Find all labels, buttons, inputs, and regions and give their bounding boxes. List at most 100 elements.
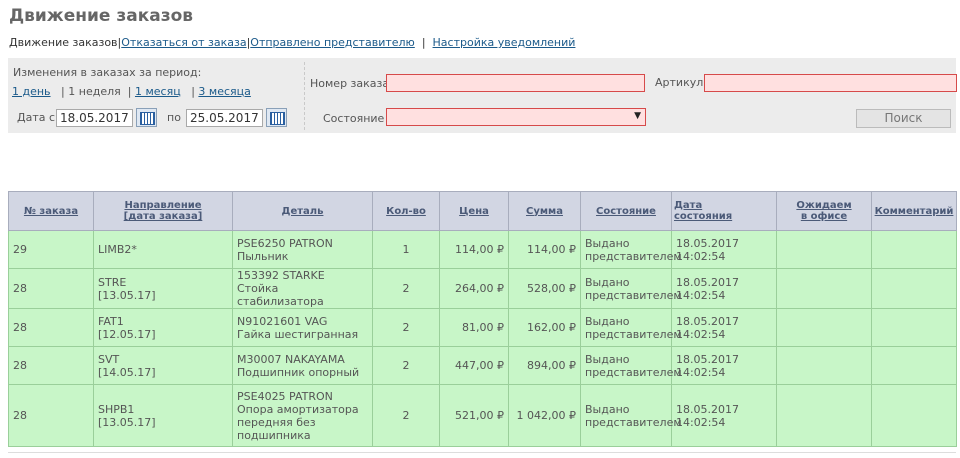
cell-comment bbox=[871, 268, 957, 309]
cell-status-date: 18.05.2017 14:02:54 bbox=[671, 384, 777, 447]
cell-price: 447,00 ₽ bbox=[439, 346, 509, 385]
cell-status: Выдано представителем bbox=[580, 308, 682, 347]
period-1month-link[interactable]: 1 месяц bbox=[135, 85, 181, 98]
date-from-input[interactable] bbox=[56, 109, 133, 127]
period-links: 1 день | 1 неделя | 1 месяц | 3 месяца bbox=[12, 85, 251, 98]
col-status[interactable]: Состояние bbox=[580, 191, 672, 231]
cell-detail: PSE4025 PATRON Опора амортизатора передня… bbox=[232, 384, 373, 447]
cell-order: 28 bbox=[8, 308, 94, 347]
filter-panel: Изменения в заказах за период: 1 день | … bbox=[8, 58, 957, 133]
col-sum[interactable]: Сумма bbox=[508, 191, 581, 231]
cell-detail: PSE6250 PATRON Пыльник bbox=[232, 230, 373, 269]
footer-divider bbox=[8, 452, 956, 453]
cell-expected bbox=[776, 230, 872, 269]
cell-direction: SVT [14.05.17] bbox=[93, 346, 233, 385]
cell-status-date: 18.05.2017 14:02:54 bbox=[671, 346, 777, 385]
orders-table: № заказа Направление [дата заказа] Деталь… bbox=[8, 191, 957, 447]
table-row: 28 SHPB1 [13.05.17] PSE4025 PATRON Опора а… bbox=[8, 384, 957, 447]
cell-qty: 2 bbox=[372, 346, 440, 385]
cell-order: 29 bbox=[8, 230, 94, 269]
period-1day-link[interactable]: 1 день bbox=[12, 85, 51, 98]
article-input[interactable] bbox=[704, 74, 957, 92]
cell-price: 114,00 ₽ bbox=[439, 230, 509, 269]
col-status-date[interactable]: Дата состояния bbox=[671, 191, 777, 231]
col-detail[interactable]: Деталь bbox=[232, 191, 373, 231]
cell-qty: 1 bbox=[372, 230, 440, 269]
page-title: Движение заказов bbox=[9, 6, 194, 26]
tab-cancel-order[interactable]: Отказаться от заказа bbox=[121, 36, 246, 49]
cell-sum: 528,00 ₽ bbox=[508, 268, 581, 309]
cell-status: Выдано представителем bbox=[580, 268, 682, 309]
status-label: Состояние bbox=[323, 112, 385, 125]
cell-sum: 114,00 ₽ bbox=[508, 230, 581, 269]
cell-order: 28 bbox=[8, 384, 94, 447]
cell-status-date: 18.05.2017 14:02:54 bbox=[671, 268, 777, 309]
cell-price: 81,00 ₽ bbox=[439, 308, 509, 347]
table-row: 28 SVT [14.05.17] M30007 NAKAYAMA Подшипни… bbox=[8, 346, 957, 385]
table-header-row: № заказа Направление [дата заказа] Деталь… bbox=[8, 191, 957, 231]
cell-price: 521,00 ₽ bbox=[439, 384, 509, 447]
tabs-bar: Движение заказов|Отказаться от заказа|От… bbox=[9, 36, 575, 49]
tab-separator: | bbox=[421, 36, 426, 49]
tab-sent-to-representative[interactable]: Отправлено представителю bbox=[250, 36, 415, 49]
cell-comment bbox=[871, 346, 957, 385]
cell-sum: 1 042,00 ₽ bbox=[508, 384, 581, 447]
period-1week-current[interactable]: 1 неделя bbox=[68, 85, 120, 98]
cell-qty: 2 bbox=[372, 268, 440, 309]
col-price[interactable]: Цена bbox=[439, 191, 509, 231]
cell-price: 264,00 ₽ bbox=[439, 268, 509, 309]
cell-status: Выдано представителем bbox=[580, 384, 682, 447]
period-3months-link[interactable]: 3 месяца bbox=[198, 85, 250, 98]
cell-order: 28 bbox=[8, 346, 94, 385]
cell-comment bbox=[871, 308, 957, 347]
cell-direction: STRE [13.05.17] bbox=[93, 268, 233, 309]
cell-qty: 2 bbox=[372, 384, 440, 447]
date-to-input[interactable] bbox=[186, 109, 263, 127]
cell-order: 28 bbox=[8, 268, 94, 309]
cell-detail: N91021601 VAG Гайка шестигранная bbox=[232, 308, 373, 347]
table-row: 28 FAT1 [12.05.17] N91021601 VAG Гайка шес… bbox=[8, 308, 957, 347]
tab-orders-movement[interactable]: Движение заказов bbox=[9, 36, 118, 49]
cell-detail: 153392 STARKE Стойка стабилизатора bbox=[232, 268, 373, 309]
cell-sum: 162,00 ₽ bbox=[508, 308, 581, 347]
cell-comment bbox=[871, 384, 957, 447]
cell-status-date: 18.05.2017 14:02:54 bbox=[671, 308, 777, 347]
period-separator: | bbox=[127, 85, 132, 98]
search-button[interactable]: Поиск bbox=[856, 109, 951, 128]
cell-direction: LIMB2* bbox=[93, 230, 233, 269]
dropdown-arrow-icon: ▼ bbox=[634, 111, 641, 121]
period-label: Изменения в заказах за период: bbox=[13, 66, 202, 79]
period-separator: | bbox=[191, 85, 195, 98]
order-number-label: Номер заказа bbox=[310, 77, 390, 90]
order-number-input[interactable] bbox=[386, 74, 645, 92]
cell-status: Выдано представителем bbox=[580, 230, 682, 269]
cell-expected bbox=[776, 346, 872, 385]
col-direction[interactable]: Направление [дата заказа] bbox=[93, 191, 233, 231]
cell-sum: 894,00 ₽ bbox=[508, 346, 581, 385]
cell-expected bbox=[776, 384, 872, 447]
table-row: 29 LIMB2* PSE6250 PATRON Пыльник 1 114,00… bbox=[8, 230, 957, 269]
calendar-icon[interactable] bbox=[136, 108, 157, 127]
cell-status: Выдано представителем bbox=[580, 346, 682, 385]
tab-notification-settings[interactable]: Настройка уведомлений bbox=[433, 36, 576, 49]
status-select[interactable]: ▼ bbox=[386, 108, 646, 126]
panel-divider bbox=[304, 62, 305, 130]
col-expected[interactable]: Ожидаем в офисе bbox=[776, 191, 872, 231]
date-from-label: Дата с bbox=[17, 111, 56, 124]
cell-direction: SHPB1 [13.05.17] bbox=[93, 384, 233, 447]
col-comment[interactable]: Комментарий bbox=[871, 191, 957, 231]
date-to-label: по bbox=[167, 111, 181, 124]
period-separator: | bbox=[61, 85, 65, 98]
cell-expected bbox=[776, 308, 872, 347]
cell-qty: 2 bbox=[372, 308, 440, 347]
article-label: Артикул bbox=[655, 76, 704, 89]
col-qty[interactable]: Кол-во bbox=[372, 191, 440, 231]
cell-expected bbox=[776, 268, 872, 309]
cell-comment bbox=[871, 230, 957, 269]
calendar-icon[interactable] bbox=[266, 108, 287, 127]
cell-status-date: 18.05.2017 14:02:54 bbox=[671, 230, 777, 269]
col-order-number[interactable]: № заказа bbox=[8, 191, 94, 231]
cell-direction: FAT1 [12.05.17] bbox=[93, 308, 233, 347]
cell-detail: M30007 NAKAYAMA Подшипник опорный bbox=[232, 346, 373, 385]
table-row: 28 STRE [13.05.17] 153392 STARKE Стойка ст… bbox=[8, 268, 957, 309]
